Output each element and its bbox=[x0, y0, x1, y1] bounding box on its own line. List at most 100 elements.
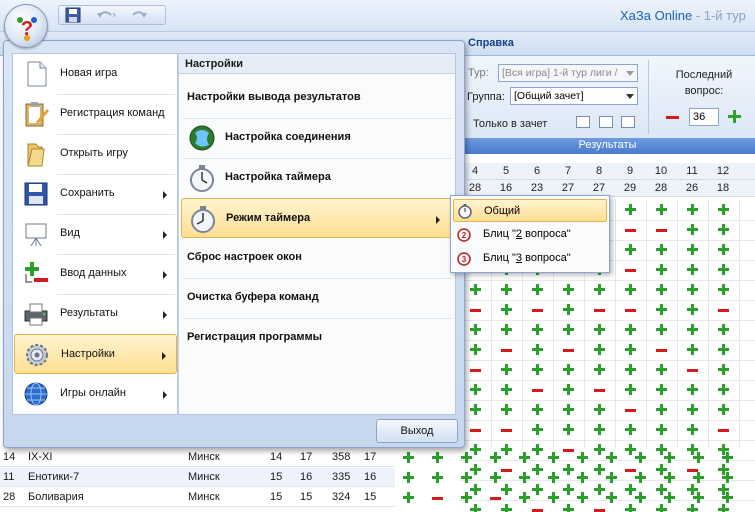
team-row[interactable]: 11 Енотики-7 Минск 15 16 335 16 bbox=[0, 468, 395, 487]
correct-answer-mark[interactable] bbox=[686, 203, 700, 217]
correct-answer-mark[interactable] bbox=[500, 323, 514, 337]
correct-answer-mark[interactable] bbox=[624, 243, 638, 257]
correct-answer-mark[interactable] bbox=[605, 491, 619, 505]
correct-answer-mark[interactable] bbox=[634, 491, 648, 505]
correct-answer-mark[interactable] bbox=[500, 403, 514, 417]
correct-answer-mark[interactable] bbox=[721, 451, 735, 465]
wrong-answer-mark[interactable] bbox=[500, 343, 514, 357]
settings-item[interactable]: Регистрация программы bbox=[181, 318, 453, 358]
correct-answer-mark[interactable] bbox=[562, 283, 576, 297]
correct-answer-mark[interactable] bbox=[717, 243, 731, 257]
wrong-answer-mark[interactable] bbox=[593, 383, 607, 397]
correct-answer-mark[interactable] bbox=[593, 343, 607, 357]
app-menu-item[interactable]: Регистрация команд bbox=[14, 94, 177, 134]
correct-answer-mark[interactable] bbox=[717, 403, 731, 417]
question-number[interactable]: 10 bbox=[646, 165, 676, 177]
wrong-answer-mark[interactable] bbox=[489, 491, 503, 505]
correct-answer-mark[interactable] bbox=[686, 383, 700, 397]
wrong-answer-mark[interactable] bbox=[469, 303, 483, 317]
correct-answer-mark[interactable] bbox=[562, 403, 576, 417]
correct-answer-mark[interactable] bbox=[624, 363, 638, 377]
correct-answer-mark[interactable] bbox=[460, 471, 474, 485]
question-number[interactable]: 9 bbox=[615, 165, 645, 177]
timer-mode-option[interactable]: Общий bbox=[453, 199, 607, 222]
group-select[interactable]: [Общий зачет] bbox=[510, 87, 638, 105]
correct-answer-mark[interactable] bbox=[721, 471, 735, 485]
correct-answer-mark[interactable] bbox=[489, 451, 503, 465]
correct-answer-mark[interactable] bbox=[686, 323, 700, 337]
team-row[interactable]: 14 IX-XI Минск 14 17 358 17 bbox=[0, 448, 395, 467]
correct-answer-mark[interactable] bbox=[460, 451, 474, 465]
correct-answer-mark[interactable] bbox=[686, 263, 700, 277]
app-menu-item[interactable]: Сохранить bbox=[14, 174, 177, 214]
wrong-answer-mark[interactable] bbox=[531, 383, 545, 397]
correct-answer-mark[interactable] bbox=[624, 283, 638, 297]
redo-icon[interactable] bbox=[129, 7, 149, 23]
wrong-answer-mark[interactable] bbox=[469, 423, 483, 437]
correct-answer-mark[interactable] bbox=[531, 283, 545, 297]
app-menu-item[interactable]: Настройки bbox=[14, 334, 177, 374]
timer-mode-option[interactable]: 3 Блиц "3 вопроса" bbox=[453, 247, 607, 270]
correct-answer-mark[interactable] bbox=[531, 423, 545, 437]
timer-mode-option[interactable]: 2 Блиц "2 вопроса" bbox=[453, 223, 607, 246]
correct-answer-mark[interactable] bbox=[624, 423, 638, 437]
correct-answer-mark[interactable] bbox=[500, 283, 514, 297]
question-number[interactable]: 8 bbox=[584, 165, 614, 177]
wrong-answer-mark[interactable] bbox=[624, 303, 638, 317]
tour-select[interactable]: [Вся игра] 1-й тур лиги / bbox=[498, 64, 638, 82]
app-menu-item[interactable]: Игры онлайн bbox=[14, 374, 177, 414]
correct-answer-mark[interactable] bbox=[686, 303, 700, 317]
settings-item[interactable]: Очистка буфера команд bbox=[181, 278, 453, 318]
correct-answer-mark[interactable] bbox=[562, 323, 576, 337]
wrong-answer-mark[interactable] bbox=[655, 223, 669, 237]
correct-answer-mark[interactable] bbox=[547, 451, 561, 465]
correct-answer-mark[interactable] bbox=[469, 283, 483, 297]
undo-icon[interactable] bbox=[95, 7, 116, 23]
correct-answer-mark[interactable] bbox=[721, 491, 735, 505]
exit-button[interactable]: Выход bbox=[376, 419, 458, 443]
correct-answer-mark[interactable] bbox=[531, 363, 545, 377]
correct-answer-mark[interactable] bbox=[663, 491, 677, 505]
correct-answer-mark[interactable] bbox=[717, 263, 731, 277]
settings-item[interactable]: Настройки вывода результатов bbox=[181, 78, 453, 118]
wrong-answer-mark[interactable] bbox=[717, 303, 731, 317]
app-menu-item[interactable]: Новая игра bbox=[14, 54, 177, 94]
app-menu-item[interactable]: Вид bbox=[14, 214, 177, 254]
settings-item[interactable]: Настройка соединения bbox=[181, 118, 453, 158]
wrong-answer-mark[interactable] bbox=[655, 343, 669, 357]
wrong-answer-mark[interactable] bbox=[624, 223, 638, 237]
calculator-icon[interactable] bbox=[576, 116, 590, 128]
correct-answer-mark[interactable] bbox=[605, 471, 619, 485]
settings-item[interactable]: Настройка таймера bbox=[181, 158, 453, 198]
wrong-answer-mark[interactable] bbox=[531, 303, 545, 317]
correct-answer-mark[interactable] bbox=[663, 471, 677, 485]
correct-answer-mark[interactable] bbox=[593, 423, 607, 437]
correct-answer-mark[interactable] bbox=[686, 283, 700, 297]
correct-answer-mark[interactable] bbox=[562, 383, 576, 397]
correct-answer-mark[interactable] bbox=[562, 363, 576, 377]
correct-answer-mark[interactable] bbox=[593, 403, 607, 417]
correct-answer-mark[interactable] bbox=[576, 491, 590, 505]
save-icon[interactable] bbox=[65, 7, 85, 23]
correct-answer-mark[interactable] bbox=[663, 451, 677, 465]
correct-answer-mark[interactable] bbox=[655, 283, 669, 297]
correct-answer-mark[interactable] bbox=[692, 491, 706, 505]
correct-answer-mark[interactable] bbox=[686, 343, 700, 357]
correct-answer-mark[interactable] bbox=[717, 323, 731, 337]
wrong-answer-mark[interactable] bbox=[500, 423, 514, 437]
correct-answer-mark[interactable] bbox=[655, 403, 669, 417]
correct-answer-mark[interactable] bbox=[717, 343, 731, 357]
correct-answer-mark[interactable] bbox=[717, 283, 731, 297]
correct-answer-mark[interactable] bbox=[402, 471, 416, 485]
settings-item[interactable]: Сброс настроек окон bbox=[181, 238, 453, 278]
correct-answer-mark[interactable] bbox=[655, 203, 669, 217]
correct-answer-mark[interactable] bbox=[624, 343, 638, 357]
correct-answer-mark[interactable] bbox=[460, 491, 474, 505]
correct-answer-mark[interactable] bbox=[469, 323, 483, 337]
correct-answer-mark[interactable] bbox=[634, 471, 648, 485]
correct-answer-mark[interactable] bbox=[717, 363, 731, 377]
chart-icon[interactable] bbox=[599, 116, 613, 128]
correct-answer-mark[interactable] bbox=[469, 383, 483, 397]
correct-answer-mark[interactable] bbox=[547, 471, 561, 485]
correct-answer-mark[interactable] bbox=[518, 471, 532, 485]
